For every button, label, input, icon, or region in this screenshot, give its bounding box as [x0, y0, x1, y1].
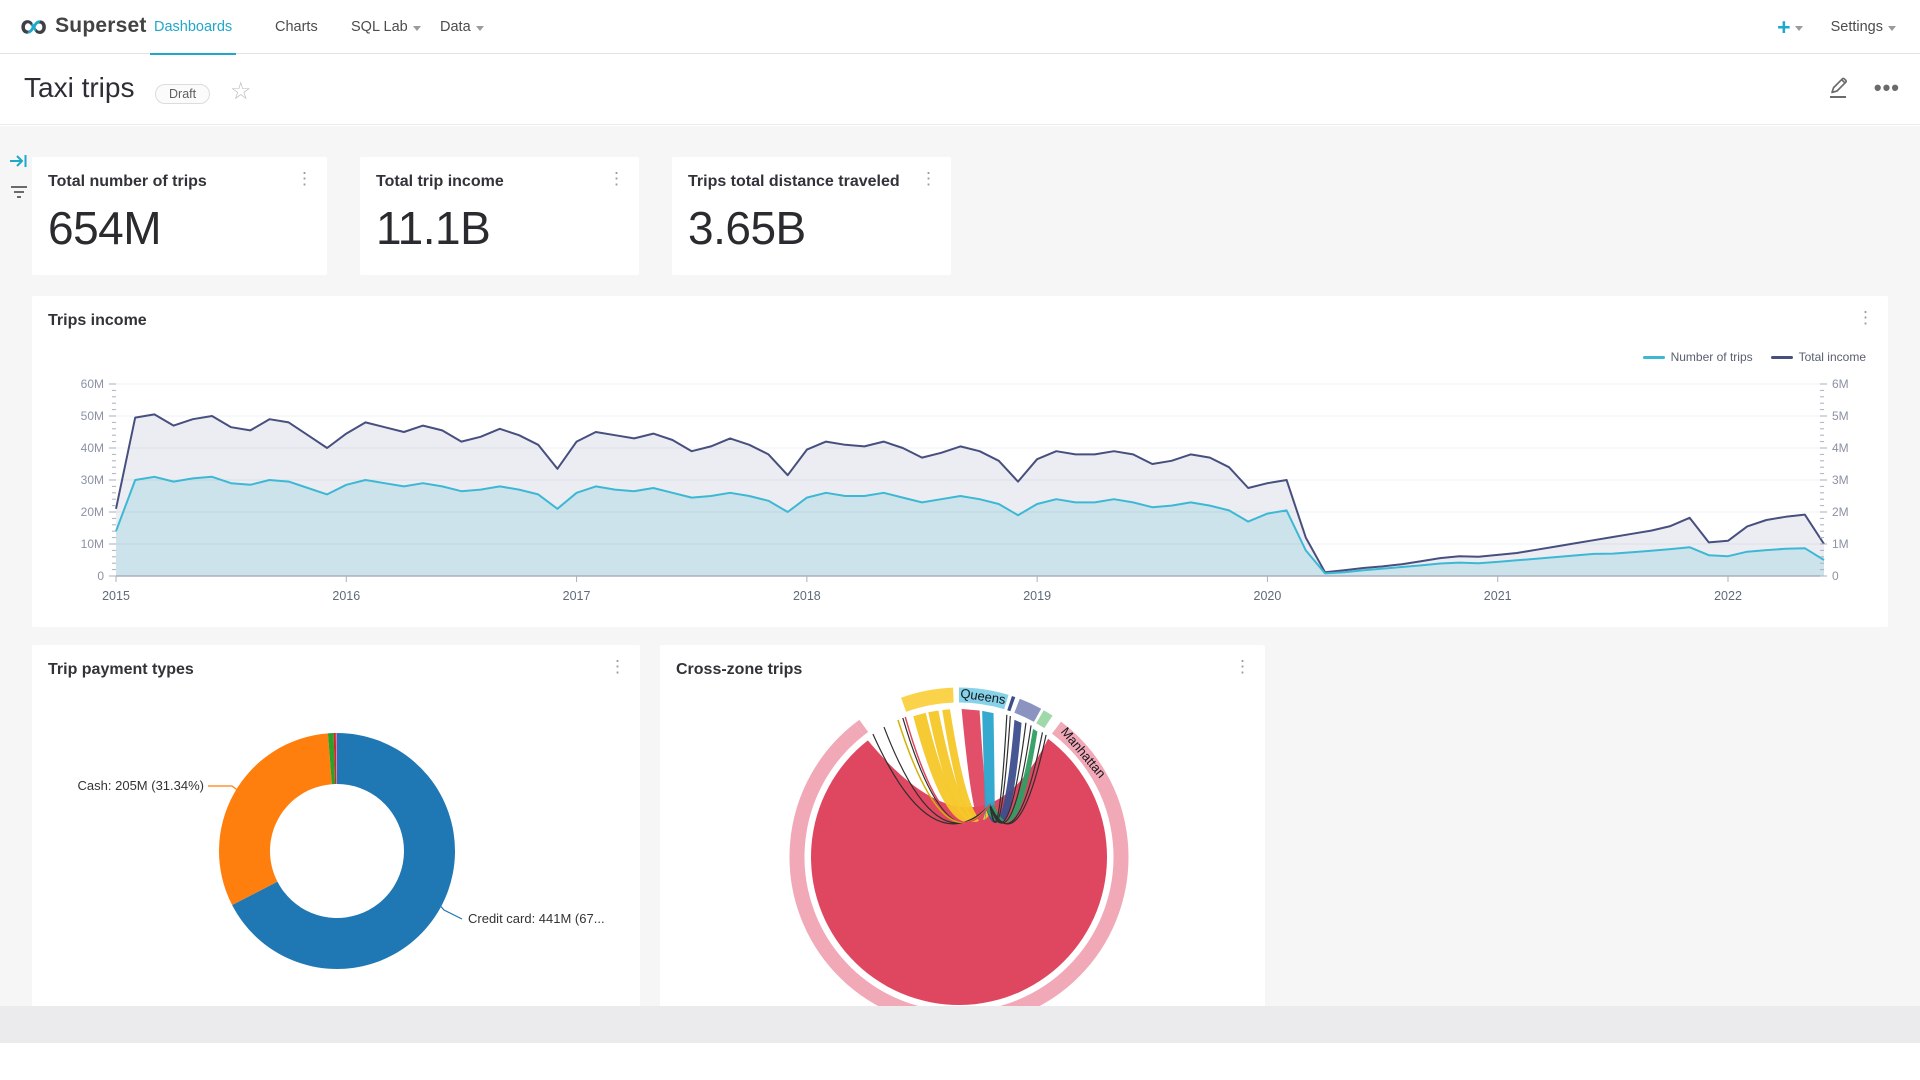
kebab-menu-icon[interactable]: ⋮: [296, 169, 313, 189]
settings-menu[interactable]: Settings: [1831, 19, 1896, 35]
svg-text:Queens: Queens: [959, 686, 1007, 708]
svg-text:6M: 6M: [1832, 377, 1849, 391]
settings-label: Settings: [1831, 19, 1883, 35]
legend-swatch: [1643, 356, 1665, 359]
nav-tab-sql-lab[interactable]: SQL Lab: [347, 0, 425, 54]
svg-text:50M: 50M: [81, 409, 104, 423]
svg-text:2016: 2016: [332, 589, 360, 603]
svg-text:60M: 60M: [81, 377, 104, 391]
kpi-title: Total number of trips: [48, 173, 207, 191]
svg-text:2018: 2018: [793, 589, 821, 603]
chevron-down-icon: [476, 26, 484, 31]
chart-title: Trips income: [48, 312, 147, 330]
superset-infinity-icon: ∞: [20, 8, 47, 44]
svg-text:Cash: 205M (31.34%): Cash: 205M (31.34%): [78, 778, 204, 793]
kpi-value: 11.1B: [376, 201, 490, 255]
svg-text:2022: 2022: [1714, 589, 1742, 603]
dashboard-grid: Total number of trips ⋮ 654M Total trip …: [0, 126, 1920, 1043]
svg-text:5M: 5M: [1832, 409, 1849, 423]
plus-icon: +: [1777, 17, 1790, 37]
status-badge: Draft: [155, 84, 210, 104]
legend-item-total-income[interactable]: Total income: [1771, 350, 1866, 364]
svg-text:2M: 2M: [1832, 505, 1849, 519]
cross-zone-chord-chart[interactable]: QueensManhattan: [660, 645, 1265, 1030]
chart-card-trips-income: Trips income ⋮ Number of trips Total inc…: [32, 296, 1888, 627]
trips-income-area-chart[interactable]: 0 10M 20M 30M 40M 50M 60M 0 1M 2M 3M 4M 5M 6M 2015 2016…: [32, 370, 1888, 618]
svg-text:2019: 2019: [1023, 589, 1051, 603]
favorite-star-icon[interactable]: ☆: [230, 77, 252, 106]
new-item-button[interactable]: +: [1777, 17, 1802, 37]
kpi-title: Trips total distance traveled: [688, 173, 900, 191]
chevron-down-icon: [1888, 26, 1896, 31]
kpi-value: 3.65B: [688, 201, 806, 255]
chevron-down-icon: [1795, 26, 1803, 31]
edit-pencil-icon[interactable]: [1826, 74, 1852, 102]
kpi-card-total-distance: Trips total distance traveled ⋮ 3.65B: [672, 157, 951, 275]
nav-tab-label: Dashboards: [154, 19, 232, 35]
page-title: Taxi trips: [24, 72, 134, 104]
legend-item-number-of-trips[interactable]: Number of trips: [1643, 350, 1753, 364]
chevron-down-icon: [413, 26, 421, 31]
legend-swatch: [1771, 356, 1793, 359]
svg-text:2020: 2020: [1254, 589, 1282, 603]
superset-logo[interactable]: ∞ Superset: [20, 8, 147, 44]
svg-text:2017: 2017: [563, 589, 591, 603]
svg-text:3M: 3M: [1832, 473, 1849, 487]
kpi-title: Total trip income: [376, 173, 504, 191]
chart-legend: Number of trips Total income: [1643, 350, 1866, 364]
kpi-card-trip-income: Total trip income ⋮ 11.1B: [360, 157, 639, 275]
legend-label: Total income: [1799, 350, 1866, 364]
svg-text:Credit card: 441M (67...: Credit card: 441M (67...: [468, 911, 605, 926]
nav-tab-data[interactable]: Data: [436, 0, 488, 54]
nav-tab-label: Charts: [275, 19, 318, 35]
chart-card-cross-zone-trips: Cross-zone trips ⋮ QueensManhattan: [660, 645, 1265, 1030]
nav-tab-label: SQL Lab: [351, 19, 408, 35]
svg-text:0: 0: [97, 569, 104, 583]
chart-card-trip-payment-types: Trip payment types ⋮ Cash: 205M (31.34%)…: [32, 645, 640, 1030]
svg-text:4M: 4M: [1832, 441, 1849, 455]
svg-text:2021: 2021: [1484, 589, 1512, 603]
more-actions-icon[interactable]: •••: [1874, 73, 1900, 103]
kpi-card-total-trips: Total number of trips ⋮ 654M: [32, 157, 327, 275]
top-nav: ∞ Superset Dashboards Charts SQL Lab Dat…: [0, 0, 1920, 54]
kebab-menu-icon[interactable]: ⋮: [1857, 308, 1874, 328]
svg-text:2015: 2015: [102, 589, 130, 603]
nav-tab-charts[interactable]: Charts: [271, 0, 322, 54]
svg-text:40M: 40M: [81, 441, 104, 455]
svg-text:10M: 10M: [81, 537, 104, 551]
svg-text:1M: 1M: [1832, 537, 1849, 551]
payment-types-donut-chart[interactable]: Cash: 205M (31.34%) Credit card: 441M (67…: [32, 645, 640, 1030]
kebab-menu-icon[interactable]: ⋮: [920, 169, 937, 189]
svg-text:30M: 30M: [81, 473, 104, 487]
brand-name: Superset: [55, 14, 146, 38]
svg-text:0: 0: [1832, 569, 1839, 583]
filter-icon[interactable]: [9, 184, 29, 200]
kpi-value: 654M: [48, 201, 161, 255]
bottom-strip: [0, 1006, 1920, 1043]
nav-tab-label: Data: [440, 19, 471, 35]
nav-tab-dashboards[interactable]: Dashboards: [150, 0, 236, 54]
expand-filter-bar-icon[interactable]: [9, 152, 29, 170]
kebab-menu-icon[interactable]: ⋮: [608, 169, 625, 189]
svg-text:20M: 20M: [81, 505, 104, 519]
legend-label: Number of trips: [1671, 350, 1753, 364]
superset-dashboard-page: ∞ Superset Dashboards Charts SQL Lab Dat…: [0, 0, 1920, 1080]
dashboard-header: Taxi trips Draft ☆ •••: [0, 55, 1920, 125]
